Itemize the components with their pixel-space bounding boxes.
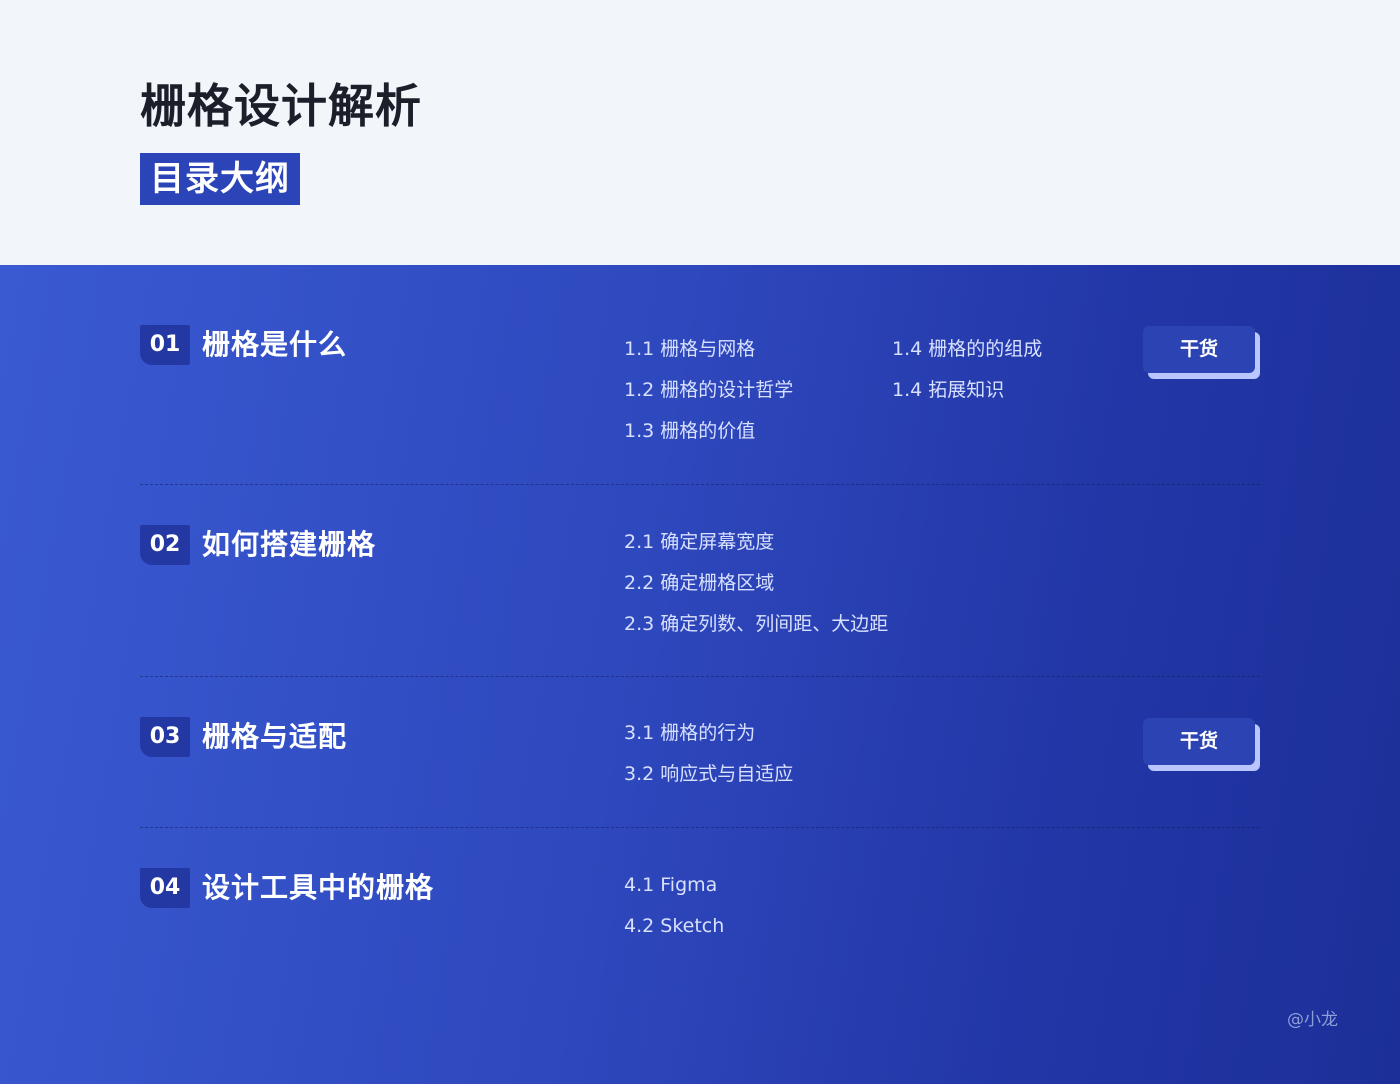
subtopic-item: 4.1 Figma <box>624 874 718 896</box>
page-subtitle: 目录大纲 <box>140 153 300 205</box>
subtopic-item: 2.3 确定列数、列间距、大边距 <box>624 613 889 635</box>
section-divider <box>140 484 1260 485</box>
section-divider <box>140 676 1260 677</box>
highlight-tag: 干货 <box>1143 718 1260 771</box>
subtopic-item: 2.1 确定屏幕宽度 <box>624 531 775 553</box>
subtopic-list: 3.1 栅格的行为 3.2 响应式与自适应 <box>624 713 793 795</box>
header: 栅格设计解析 目录大纲 <box>0 0 1400 265</box>
section-number-badge: 01 <box>140 325 190 365</box>
section-title: 如何搭建栅格 <box>202 528 377 561</box>
author-signature: @小龙 <box>1287 1010 1338 1030</box>
subtopic-item: 3.1 栅格的行为 <box>624 722 756 744</box>
section-number-badge: 02 <box>140 525 190 565</box>
section-title: 栅格与适配 <box>202 720 348 753</box>
subtopic-item: 1.1 栅格与网格 <box>624 338 756 360</box>
tag-label: 干货 <box>1143 326 1255 373</box>
subtopic-item: 1.4 拓展知识 <box>892 379 1005 401</box>
section-number-badge: 04 <box>140 868 190 908</box>
section-number-badge: 03 <box>140 717 190 757</box>
subtopic-item: 1.4 栅格的的组成 <box>892 338 1043 360</box>
subtopic-item: 4.2 Sketch <box>624 915 725 937</box>
section-title: 设计工具中的栅格 <box>202 871 435 904</box>
subtopic-item: 1.3 栅格的价值 <box>624 420 756 442</box>
subtopic-list: 1.1 栅格与网格 1.2 栅格的设计哲学 1.3 栅格的价值 <box>624 329 793 452</box>
section-title: 栅格是什么 <box>202 328 348 361</box>
page-title: 栅格设计解析 <box>140 79 422 133</box>
subtopic-item: 1.2 栅格的设计哲学 <box>624 379 794 401</box>
tag-label: 干货 <box>1143 718 1255 765</box>
subtopic-list: 4.1 Figma 4.2 Sketch <box>624 865 724 947</box>
highlight-tag: 干货 <box>1143 326 1260 379</box>
section-divider <box>140 827 1260 828</box>
subtopic-list: 1.4 栅格的的组成 1.4 拓展知识 <box>892 329 1042 411</box>
subtopic-item: 2.2 确定栅格区域 <box>624 572 775 594</box>
subtopic-list: 2.1 确定屏幕宽度 2.2 确定栅格区域 2.3 确定列数、列间距、大边距 <box>624 522 888 645</box>
subtopic-item: 3.2 响应式与自适应 <box>624 763 794 785</box>
